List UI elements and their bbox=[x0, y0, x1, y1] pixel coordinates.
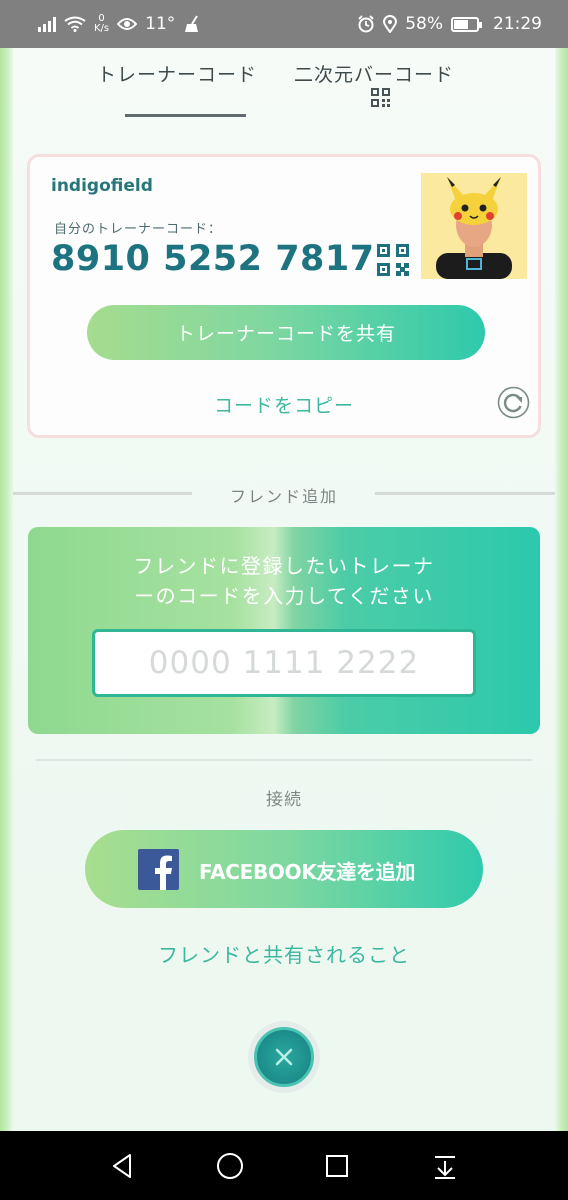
status-right: 58% 21:29 bbox=[357, 14, 542, 34]
speed-unit: K/s bbox=[94, 23, 110, 34]
status-bar: 0 K/s 11° 58% 21:29 bbox=[0, 0, 568, 48]
tab-qr-code[interactable]: 二次元バーコード bbox=[294, 60, 454, 87]
divider bbox=[36, 759, 532, 761]
tab-trainer-code[interactable]: トレーナーコード bbox=[97, 60, 257, 87]
system-nav-bar bbox=[0, 1131, 568, 1200]
friend-code-prompt: フレンドに登録したいトレーナ ーのコードを入力してください bbox=[28, 551, 540, 611]
friend-code-entry-box: フレンドに登録したいトレーナ ーのコードを入力してください bbox=[28, 527, 540, 734]
facebook-button-label: FACEBOOK友達を追加 bbox=[199, 860, 416, 884]
battery-percent: 58% bbox=[405, 14, 443, 34]
copy-code-link[interactable]: コードをコピー bbox=[30, 391, 538, 418]
broom-icon bbox=[185, 15, 199, 32]
app-screen: トレーナーコード 二次元バーコード indigofield 自分のトレーナーコー… bbox=[0, 48, 568, 1131]
shared-with-friends-link[interactable]: フレンドと共有されること bbox=[13, 939, 555, 968]
trainer-avatar bbox=[421, 173, 527, 279]
prompt-line-2: ーのコードを入力してください bbox=[134, 584, 434, 608]
recent-apps-icon[interactable] bbox=[322, 1151, 352, 1181]
share-trainer-code-button[interactable]: トレーナーコードを共有 bbox=[87, 305, 485, 360]
trainer-code: 8910 5252 7817 bbox=[51, 239, 375, 279]
friend-add-heading: フレンド追加 bbox=[229, 487, 338, 506]
alarm-icon bbox=[358, 15, 374, 33]
back-icon[interactable] bbox=[108, 1151, 138, 1181]
battery-icon bbox=[451, 16, 482, 32]
temperature: 11° bbox=[145, 14, 176, 34]
wifi-icon bbox=[64, 16, 86, 32]
friend-code-input[interactable] bbox=[92, 629, 476, 697]
clock: 21:29 bbox=[493, 14, 542, 34]
home-icon[interactable] bbox=[215, 1151, 245, 1181]
qr-code-icon[interactable] bbox=[371, 88, 390, 107]
section-divider-right bbox=[375, 492, 555, 495]
add-facebook-friends-button[interactable]: FACEBOOK友達を追加 bbox=[85, 830, 483, 908]
trainer-card: indigofield 自分のトレーナーコード： 8910 5252 7817 bbox=[27, 154, 541, 438]
friend-panel: トレーナーコード 二次元バーコード indigofield 自分のトレーナーコー… bbox=[13, 48, 555, 1131]
tab-bar: トレーナーコード 二次元バーコード bbox=[13, 48, 555, 128]
close-button-inner bbox=[254, 1027, 314, 1087]
eye-icon bbox=[117, 18, 138, 30]
status-left: 0 K/s 11° bbox=[38, 14, 201, 34]
refresh-icon[interactable] bbox=[497, 386, 530, 419]
facebook-icon bbox=[138, 849, 179, 890]
active-tab-indicator bbox=[125, 114, 246, 117]
prompt-line-1: フレンドに登録したいトレーナ bbox=[133, 554, 435, 578]
trainer-code-label: 自分のトレーナーコード： bbox=[54, 222, 223, 237]
trainer-username: indigofield bbox=[51, 176, 153, 196]
signal-icon bbox=[38, 16, 56, 32]
close-button[interactable] bbox=[248, 1021, 320, 1093]
close-icon bbox=[275, 1048, 293, 1066]
connect-heading: 接続 bbox=[266, 790, 302, 810]
download-icon[interactable] bbox=[430, 1151, 460, 1181]
qr-code-icon[interactable] bbox=[377, 244, 409, 276]
location-icon bbox=[383, 15, 398, 33]
network-speed: 0 K/s bbox=[94, 14, 109, 34]
